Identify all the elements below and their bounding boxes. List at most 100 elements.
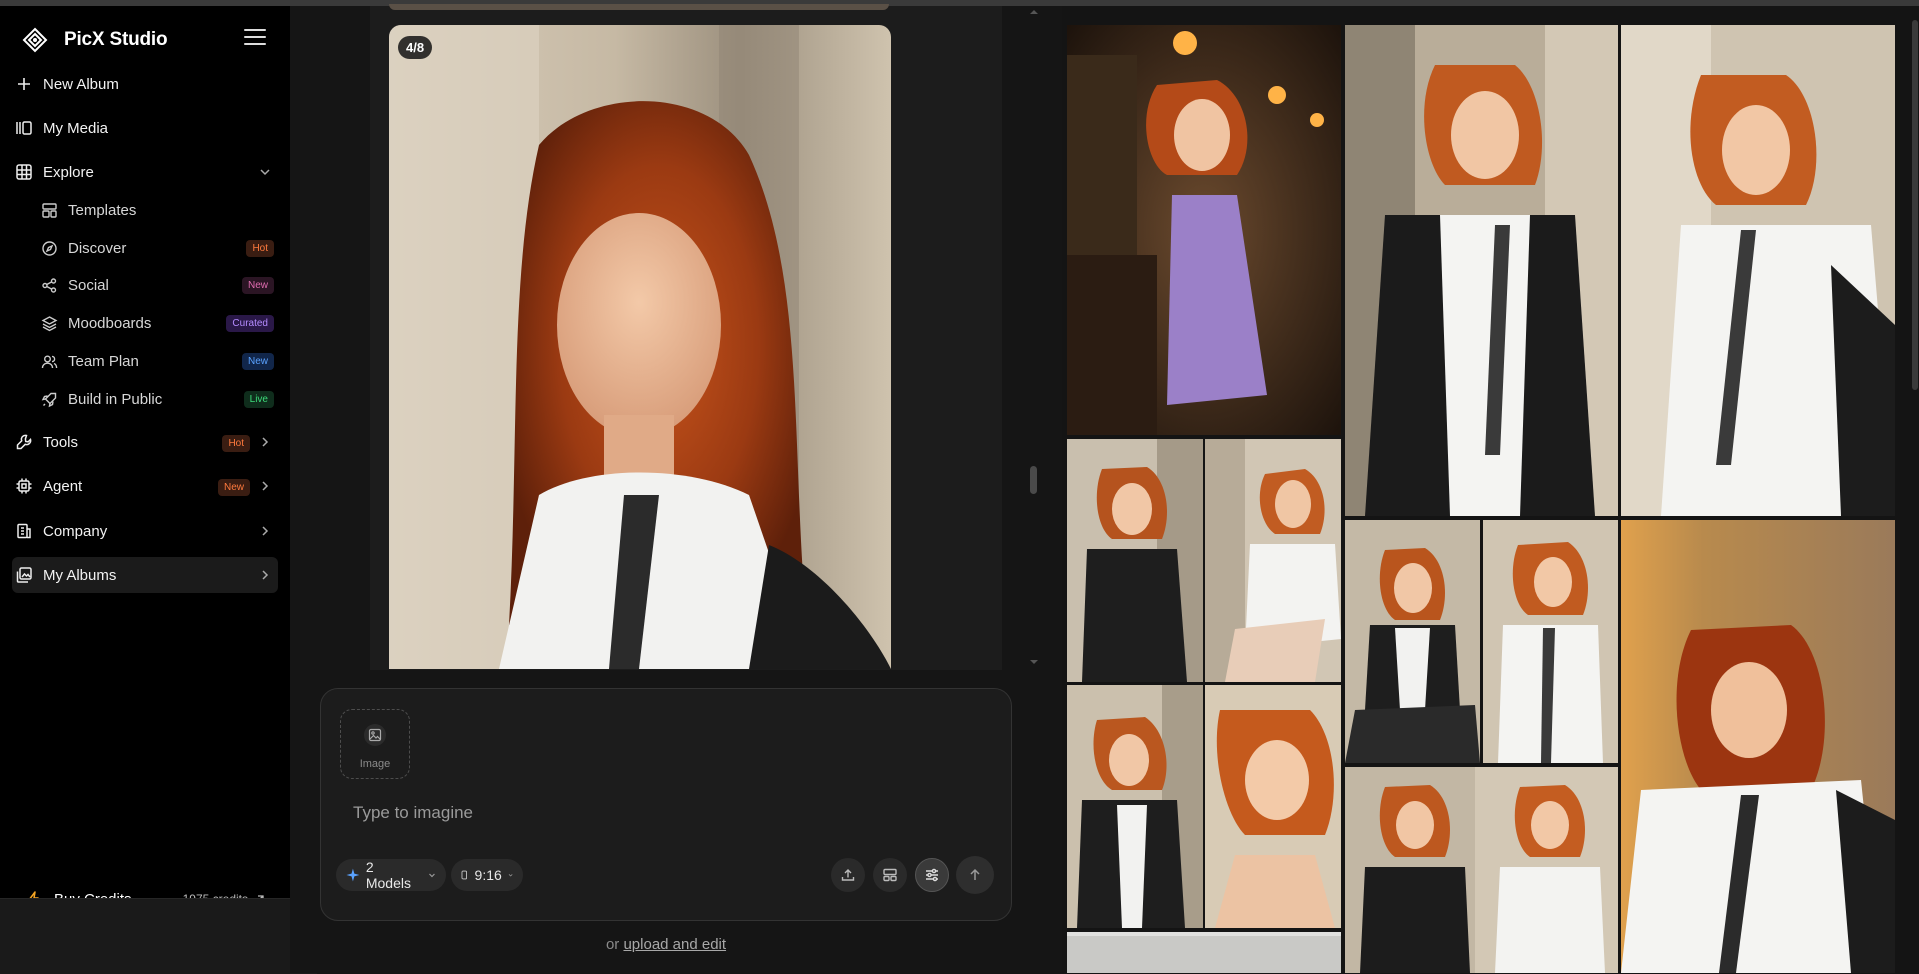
gallery-thumbnail[interactable] <box>1067 25 1341 435</box>
albums-icon <box>15 566 33 584</box>
sidebar-item-social[interactable]: Social New <box>40 268 278 302</box>
gallery-thumbnail[interactable] <box>1205 439 1341 682</box>
image-upload-slot[interactable]: Image <box>340 709 410 779</box>
gallery-thumbnail[interactable] <box>1621 520 1895 973</box>
gallery-thumbnail[interactable] <box>1205 685 1341 928</box>
gallery-thumbnail[interactable] <box>1067 685 1203 928</box>
previous-image-edge[interactable] <box>389 4 889 10</box>
rocket-icon <box>40 390 58 408</box>
gallery-thumbnail[interactable] <box>1067 439 1203 682</box>
image-slot-label: Image <box>359 758 391 770</box>
chevron-right-icon <box>262 481 269 491</box>
building-icon <box>15 522 33 540</box>
sidebar-item-explore[interactable]: Explore <box>12 154 278 190</box>
upload-and-edit-link[interactable]: upload and edit <box>623 936 726 953</box>
new-badge: New <box>241 352 274 370</box>
sidebar-item-agent[interactable]: Agent New <box>12 468 278 504</box>
sparkle-icon <box>346 868 360 882</box>
aspect-ratio-label: 9:16 <box>474 867 502 883</box>
sidebar-item-team-plan[interactable]: Team Plan New <box>40 344 278 378</box>
send-button[interactable] <box>956 856 994 894</box>
brand[interactable]: PicX Studio <box>22 22 168 58</box>
new-album-label: New Album <box>43 75 119 93</box>
live-badge: Live <box>243 390 274 408</box>
my-albums-label: My Albums <box>43 566 117 584</box>
media-library-icon <box>15 119 33 137</box>
moodboards-label: Moodboards <box>68 314 152 332</box>
portrait-ratio-icon <box>461 870 467 880</box>
chip-icon <box>15 477 33 495</box>
hot-badge: Hot <box>246 239 274 257</box>
plus-icon <box>15 75 33 93</box>
upload-icon <box>841 869 855 881</box>
agent-label: Agent <box>43 477 83 495</box>
logo-icon <box>22 27 48 53</box>
gallery-thumbnail[interactable] <box>1345 520 1480 763</box>
share-icon <box>40 276 58 294</box>
chevron-right-icon <box>262 437 269 447</box>
sidebar-item-discover[interactable]: Discover Hot <box>40 231 278 265</box>
curated-badge: Curated <box>226 314 274 332</box>
gallery-thumbnail[interactable] <box>1483 520 1618 763</box>
gallery-thumbnail[interactable] <box>1345 25 1618 516</box>
layers-icon <box>40 314 58 332</box>
templates-icon <box>40 201 58 219</box>
new-badge: New <box>241 276 274 294</box>
layout-button[interactable] <box>873 858 907 892</box>
chevron-down-icon <box>429 873 435 878</box>
chevron-right-icon <box>262 570 269 580</box>
chevron-down-icon <box>260 169 270 176</box>
new-badge: New <box>217 479 250 496</box>
sliders-icon <box>926 868 938 882</box>
sidebar-item-build-in-public[interactable]: Build in Public Live <box>40 382 278 416</box>
sidebar-item-my-albums[interactable]: My Albums <box>12 557 278 593</box>
upload-prefix: or <box>605 936 620 953</box>
gallery-scrollbar[interactable] <box>1912 20 1918 390</box>
tools-label: Tools <box>43 433 79 451</box>
explore-label: Explore <box>43 163 94 181</box>
compass-icon <box>40 239 58 257</box>
discover-label: Discover <box>68 239 127 257</box>
grid-icon <box>15 163 33 181</box>
team-plan-label: Team Plan <box>68 352 139 370</box>
image-counter: 4/8 <box>398 36 433 59</box>
models-selector[interactable]: 2 Models <box>336 859 446 891</box>
sidebar-item-templates[interactable]: Templates <box>40 193 278 227</box>
aspect-ratio-selector[interactable]: 9:16 <box>451 859 523 891</box>
scroll-down-arrow-icon[interactable] <box>1028 656 1040 668</box>
upload-hint: or upload and edit <box>320 936 1012 953</box>
my-media-label: My Media <box>43 119 109 137</box>
templates-label: Templates <box>68 201 137 219</box>
users-icon <box>40 352 58 370</box>
hot-badge: Hot <box>222 435 250 452</box>
gallery-thumbnail[interactable] <box>1345 767 1618 973</box>
sidebar-item-my-media[interactable]: My Media <box>12 110 278 146</box>
viewer-scrollbar[interactable] <box>1030 466 1037 494</box>
sidebar-item-moodboards[interactable]: Moodboards Curated <box>40 306 278 340</box>
new-album-button[interactable]: New Album <box>12 66 278 102</box>
prompt-composer: Image 2 Models 9:16 <box>320 688 1012 921</box>
layout-icon <box>883 868 897 882</box>
gallery-thumbnail[interactable] <box>1067 932 1341 973</box>
menu-toggle-icon[interactable] <box>244 29 266 47</box>
models-label: 2 Models <box>365 859 411 891</box>
arrow-up-icon <box>970 868 980 880</box>
social-label: Social <box>68 276 109 294</box>
chevron-right-icon <box>262 526 269 536</box>
company-label: Company <box>43 522 108 540</box>
sidebar-item-tools[interactable]: Tools Hot <box>12 424 278 460</box>
build-in-public-label: Build in Public <box>68 390 163 408</box>
gallery-thumbnail[interactable] <box>1621 25 1895 516</box>
chevron-down-icon <box>508 874 513 877</box>
selected-image[interactable] <box>389 25 891 669</box>
prompt-input[interactable] <box>353 803 953 823</box>
sidebar-item-company[interactable]: Company <box>12 513 278 549</box>
wrench-icon <box>15 433 33 451</box>
image-icon <box>364 724 386 746</box>
sidebar: PicX Studio New Album My Media Explore T… <box>0 6 290 973</box>
scroll-up-arrow-icon[interactable] <box>1028 6 1040 18</box>
app-name: PicX Studio <box>64 29 168 50</box>
upload-button[interactable] <box>831 858 865 892</box>
account-panel[interactable] <box>0 898 317 974</box>
settings-button[interactable] <box>915 858 949 892</box>
